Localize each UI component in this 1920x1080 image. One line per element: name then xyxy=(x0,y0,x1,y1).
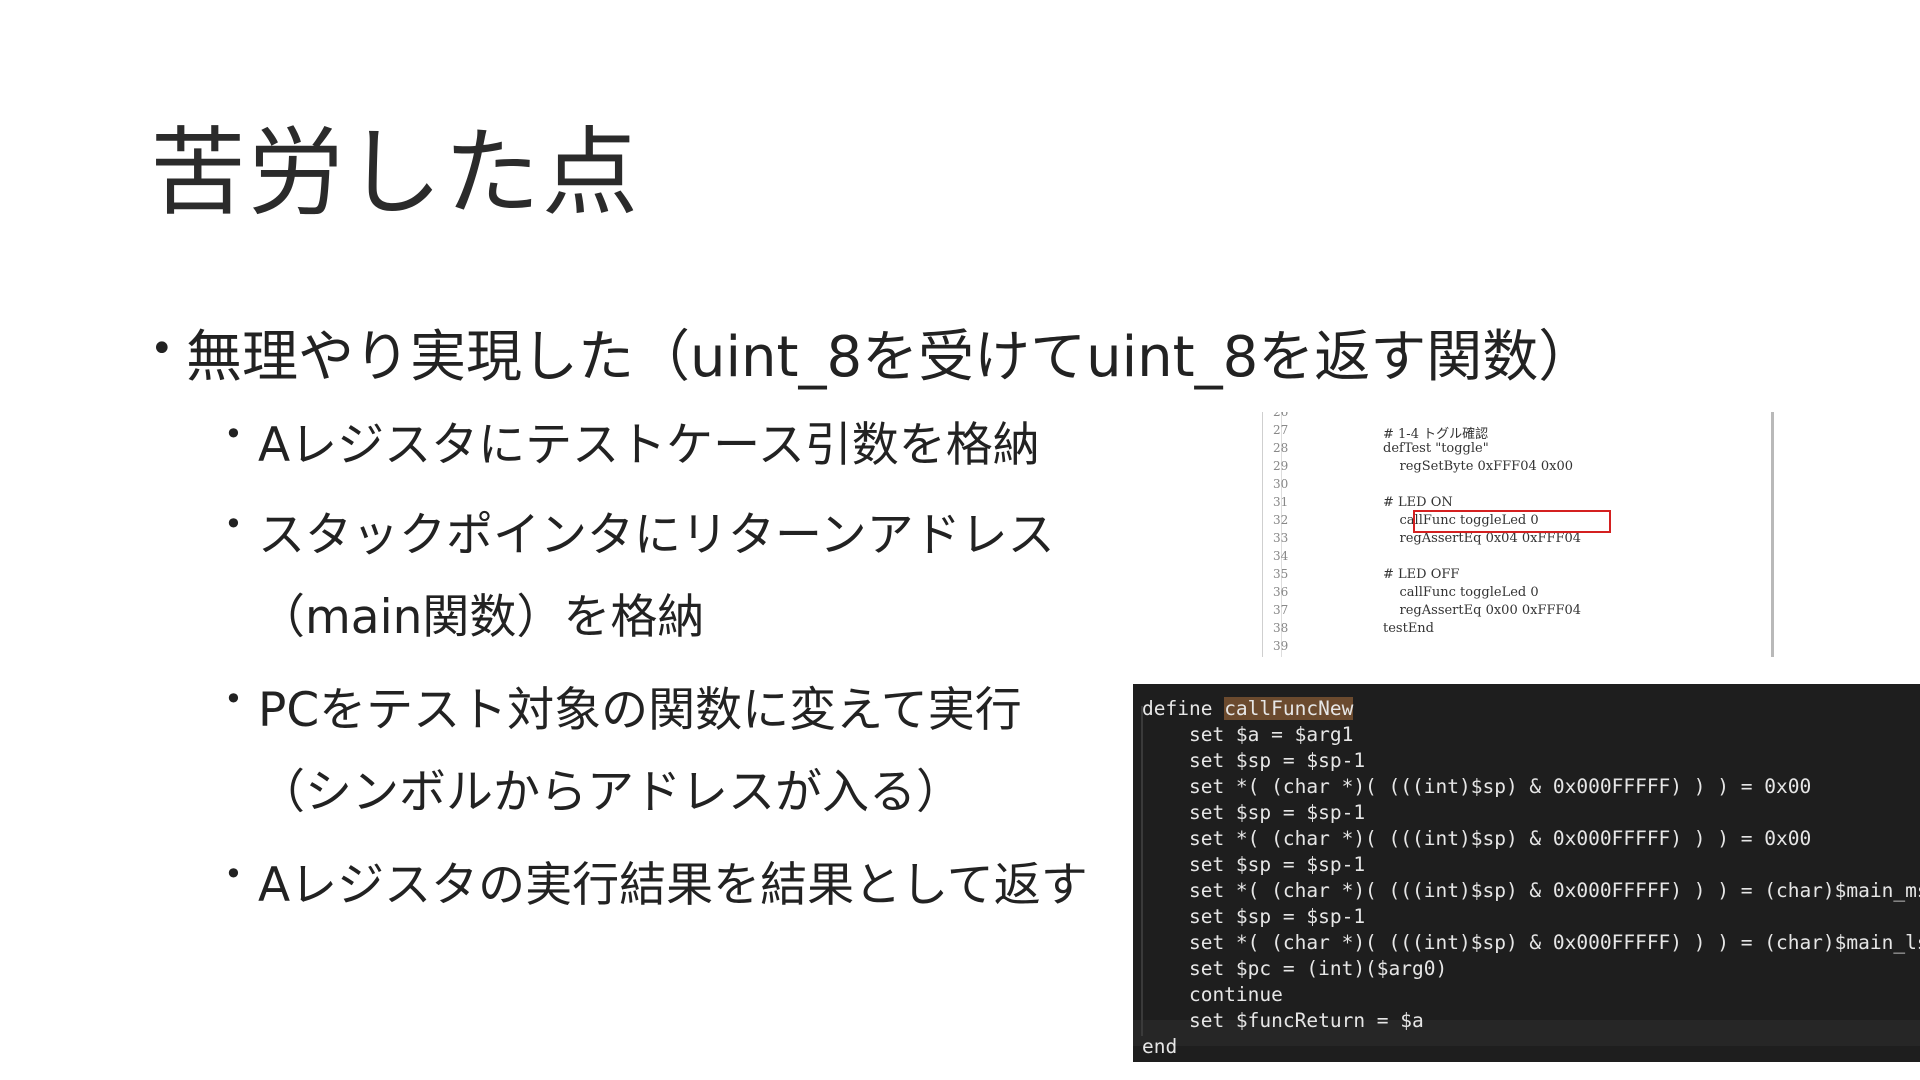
code-line: set $sp = $sp-1 xyxy=(1142,749,1366,772)
line-number: 35 xyxy=(1273,567,1289,581)
gdb-code-screenshot: define callFuncNew set $a = $arg1 set $s… xyxy=(1133,684,1920,1062)
bullet-dot: • xyxy=(224,680,243,718)
code-line: set *( (char *)( (((int)$sp) & 0x000FFFF… xyxy=(1142,827,1812,850)
code-line: set $pc = (int)($arg0) xyxy=(1142,957,1448,980)
code-line: continue xyxy=(1142,983,1283,1006)
define-keyword: define xyxy=(1142,697,1225,720)
line-number: 26 xyxy=(1273,412,1289,419)
sub-bullet-1-line1: Aレジスタにテストケース引数を格納 xyxy=(258,418,1040,473)
line-number: 31 xyxy=(1273,495,1289,509)
sub-bullet-2-line2: （main関数）を格納 xyxy=(258,590,705,645)
code-line: set $sp = $sp-1 xyxy=(1142,853,1366,876)
line-number: 38 xyxy=(1273,621,1289,635)
line-number: 28 xyxy=(1273,441,1289,455)
sub-bullet-3-line2: （シンボルからアドレスが入る） xyxy=(258,765,963,820)
code-line: # LED OFF xyxy=(1383,567,1460,582)
line-number: 37 xyxy=(1273,603,1289,617)
main-bullet: • 無理やり実現した（uint_8を受けてuint_8を返す関数） xyxy=(150,312,1594,393)
bullet-dot: • xyxy=(224,415,243,453)
sub-bullet-1: • Aレジスタにテストケース引数を格納 xyxy=(224,405,1040,487)
line-number: 27 xyxy=(1273,423,1289,437)
line-number: 33 xyxy=(1273,531,1289,545)
slide-title: 苦労した点 xyxy=(150,117,640,229)
line-number: 29 xyxy=(1273,459,1289,473)
line-number: 36 xyxy=(1273,585,1289,599)
line-number: 30 xyxy=(1273,477,1289,491)
line-number: 39 xyxy=(1273,639,1289,653)
code-line: set *( (char *)( (((int)$sp) & 0x000FFFF… xyxy=(1142,879,1920,902)
bullet-dot: • xyxy=(224,505,243,543)
line-number: 34 xyxy=(1273,549,1289,563)
bullet-dot: • xyxy=(150,326,174,372)
main-bullet-text: 無理やり実現した（uint_8を受けてuint_8を返す関数） xyxy=(186,325,1595,390)
code-line: # 1-4 トグル確認 xyxy=(1383,427,1489,442)
sub-bullet-3: • PCをテスト対象の関数に変えて実行 （シンボルからアドレスが入る） xyxy=(224,670,1022,834)
line-number: 32 xyxy=(1273,513,1289,527)
code-line: regAssertEq 0x04 0xFFF04 xyxy=(1383,531,1582,546)
bullet-dot: • xyxy=(224,855,243,893)
code-line: set *( (char *)( (((int)$sp) & 0x000FFFF… xyxy=(1142,931,1920,954)
sub-bullet-4: • Aレジスタの実行結果を結果として返す xyxy=(224,845,1088,927)
code-line: set $a = $arg1 xyxy=(1142,723,1354,746)
sub-bullet-2: • スタックポインタにリターンアドレス （main関数）を格納 xyxy=(224,495,1055,659)
code-line: testEnd xyxy=(1383,621,1434,636)
code-line: # LED ON xyxy=(1383,495,1453,510)
code-line: defTest "toggle" xyxy=(1383,441,1489,456)
code-line: callFunc toggleLed 0 xyxy=(1383,585,1539,600)
code-line: regAssertEq 0x00 0xFFF04 xyxy=(1383,603,1582,618)
end-keyword: end xyxy=(1142,1035,1178,1058)
code-line-define: define callFuncNew xyxy=(1142,696,1354,722)
sub-bullet-4-line1: Aレジスタの実行結果を結果として返す xyxy=(258,858,1088,913)
highlight-box xyxy=(1413,510,1611,533)
code-line: set $funcReturn = $a xyxy=(1142,1009,1424,1032)
code-line: set $sp = $sp-1 xyxy=(1142,905,1366,928)
code-line: set *( (char *)( (((int)$sp) & 0x000FFFF… xyxy=(1142,775,1812,798)
sub-bullet-2-line1: スタックポインタにリターンアドレス xyxy=(258,508,1055,563)
test-script-screenshot: 26 27 28 29 30 31 32 33 34 35 36 37 38 3… xyxy=(1262,412,1774,657)
function-name: callFuncNew xyxy=(1224,697,1354,720)
code-line: set $sp = $sp-1 xyxy=(1142,801,1366,824)
code-line: regSetByte 0xFFF04 0x00 xyxy=(1383,459,1574,474)
sub-bullet-3-line1: PCをテスト対象の関数に変えて実行 xyxy=(258,683,1022,738)
